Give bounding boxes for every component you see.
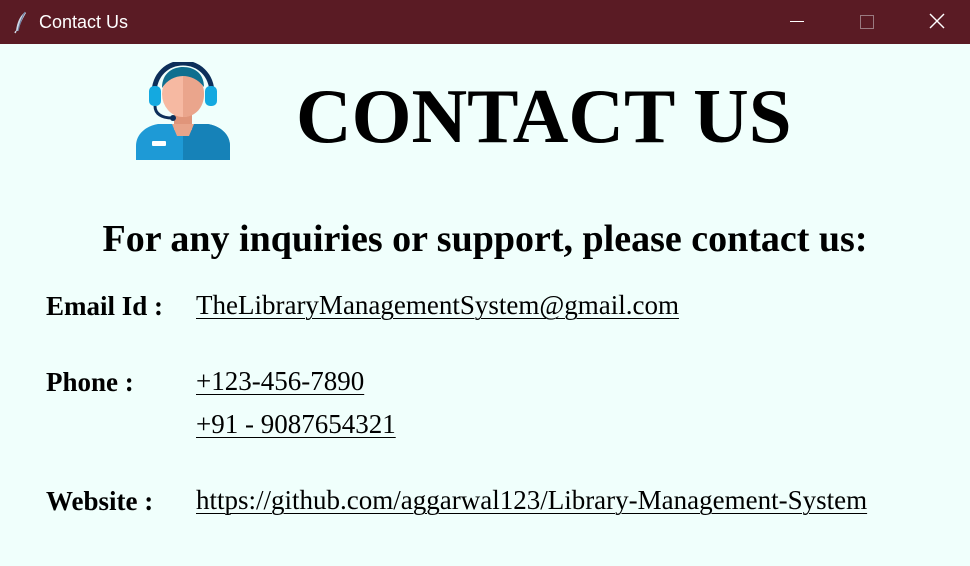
- maximize-button[interactable]: [832, 0, 902, 44]
- customer-support-icon: [132, 60, 234, 160]
- phone-label: Phone :: [46, 367, 134, 397]
- website-label: Website :: [46, 486, 154, 516]
- contact-content: CONTACT US For any inquiries or support,…: [0, 44, 970, 566]
- window-title: Contact Us: [39, 12, 129, 32]
- contact-prompt: For any inquiries or support, please con…: [102, 218, 868, 260]
- feather-icon: [12, 10, 30, 34]
- title-bar[interactable]: Contact Us: [0, 0, 970, 44]
- website-link[interactable]: https://github.com/aggarwal123/Library-M…: [196, 484, 867, 516]
- minimize-button[interactable]: [762, 0, 832, 44]
- close-button[interactable]: [902, 0, 970, 44]
- phone-link-primary[interactable]: +123-456-7890: [196, 365, 364, 397]
- phone-link-secondary[interactable]: +91 - 9087654321: [196, 408, 396, 440]
- contact-us-window: Contact Us CONTACT US For any inquiries …: [0, 0, 970, 566]
- page-title: CONTACT US: [296, 73, 792, 159]
- email-label: Email Id :: [46, 291, 164, 321]
- email-link[interactable]: TheLibraryManagementSystem@gmail.com: [196, 289, 679, 321]
